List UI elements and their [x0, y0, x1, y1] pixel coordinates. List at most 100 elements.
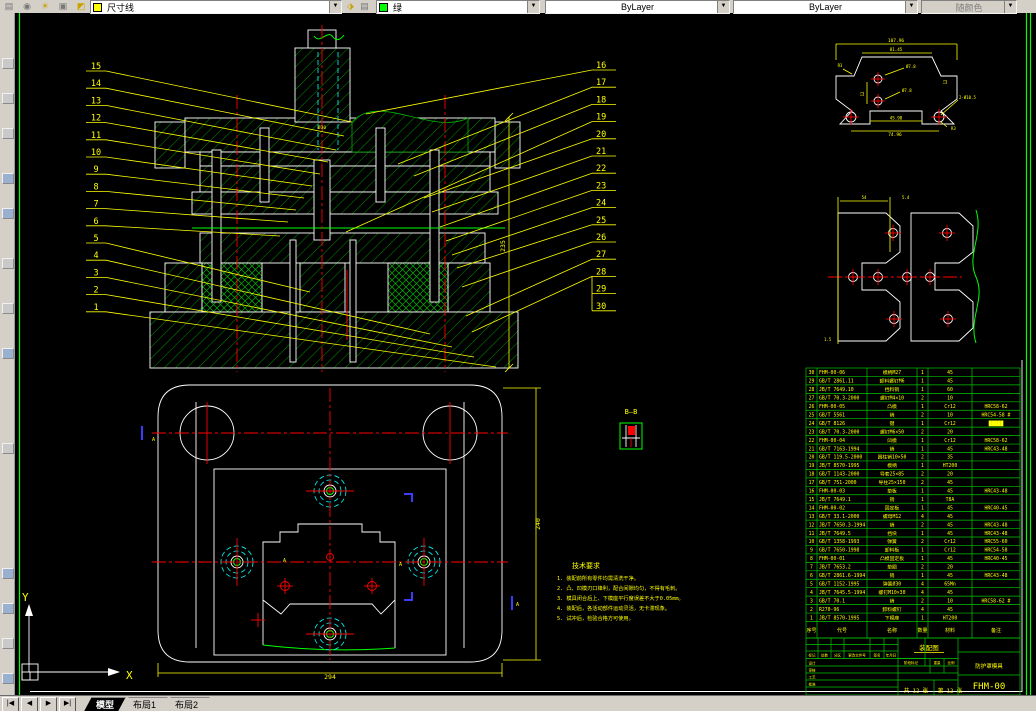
table-cell: 17 — [809, 480, 815, 486]
sun-icon[interactable]: ☀ — [37, 0, 53, 12]
table-cell: 1 — [921, 531, 924, 537]
first-tab-button[interactable]: |◀ — [2, 696, 19, 711]
table-cell: 27 — [809, 396, 815, 402]
titleblock-label: 分区 — [834, 653, 842, 658]
left-toolbar-button[interactable] — [2, 258, 14, 269]
table-cell: 30 — [809, 370, 815, 376]
callout-number: 2 — [93, 286, 98, 296]
left-toolbar-button[interactable] — [2, 568, 14, 579]
dropdown-arrow-icon[interactable]: ▼ — [527, 1, 539, 13]
layer-state-icon[interactable]: ◉ — [19, 0, 35, 12]
shank — [294, 47, 351, 123]
table-cell: 45 — [947, 370, 953, 376]
dropdown-arrow-icon[interactable]: ▼ — [717, 1, 729, 13]
left-toolbar-button[interactable] — [2, 673, 14, 684]
left-toolbar-button[interactable] — [2, 173, 14, 184]
table-cell: 45 — [947, 522, 953, 528]
table-cell: 1 — [921, 573, 924, 579]
table-cell: 9 — [810, 548, 813, 554]
tab-layout1[interactable]: 布局1 — [121, 697, 168, 711]
table-cell: 45 — [947, 446, 953, 452]
table-cell: 2 — [921, 480, 924, 486]
sheet-total: 共 12 张 — [904, 687, 929, 695]
y-axis-label: Y — [22, 591, 29, 604]
left-toolbar-button[interactable] — [2, 638, 14, 649]
table-cell: 弹簧 — [887, 538, 897, 545]
callout-number: 16 — [596, 61, 606, 71]
last-tab-button[interactable]: ▶| — [59, 696, 76, 711]
table-cell: 1 — [921, 489, 924, 495]
table-cell: 26 — [809, 404, 815, 410]
table-cell: R270-96 — [819, 607, 839, 613]
table-cell: 20 — [809, 455, 815, 461]
current-plotstyle-label: 随颜色 — [955, 2, 983, 13]
prev-tab-button[interactable]: ◀ — [21, 696, 38, 711]
table-cell: 10 — [947, 412, 953, 418]
callout-number: 10 — [91, 148, 101, 158]
layers-stack-icon[interactable]: ▤ — [1, 0, 17, 12]
dropdown-arrow-icon[interactable]: ▼ — [329, 1, 341, 13]
lineweight-control-dropdown[interactable]: ByLayer ▼ — [733, 0, 918, 14]
left-toolbar-button[interactable] — [2, 58, 14, 69]
callout-number: 1 — [93, 303, 98, 313]
table-cell: Cr12 — [944, 548, 956, 554]
callout-number: 26 — [596, 233, 606, 243]
left-toolbar-button[interactable] — [2, 208, 14, 219]
linetype-control-dropdown[interactable]: ByLayer ▼ — [545, 0, 730, 14]
table-cell: 45 — [947, 556, 953, 562]
layer-control-dropdown[interactable]: 尺寸线 ▼ — [90, 0, 342, 14]
titleblock-label: 设计 — [809, 661, 817, 666]
table-cell: 25 — [809, 412, 815, 418]
table-cell: 销 — [890, 597, 895, 604]
note-line: 4. 装配后，各活动部件运动灵活，无卡滞现象。 — [557, 604, 670, 612]
drawing-canvas[interactable]: 235 Ø30 151413121110987654321 1617181920… — [0, 0, 1036, 711]
callout-number: 30 — [596, 302, 606, 312]
notes-title: 技术要求 — [572, 561, 600, 570]
layer-freeze-icon[interactable]: ▣ — [55, 0, 71, 12]
table-cell: 模柄 — [887, 462, 897, 469]
left-toolbar-button[interactable] — [2, 128, 14, 139]
product-name: 防护罩模具 — [975, 662, 1003, 670]
table-cell: HRC58-62 — [984, 404, 1007, 410]
table-cell: 21 — [809, 446, 815, 452]
tab-layout2[interactable]: 布局2 — [163, 697, 210, 711]
table-cell: 螺钉M6×50 — [880, 428, 904, 435]
make-object-layer-current-icon[interactable]: ⬗ — [344, 0, 357, 12]
table-cell: 2 — [921, 455, 924, 461]
table-cell: 1 — [921, 446, 924, 452]
table-cell: 22 — [809, 438, 815, 444]
doc-type: 装配图 — [919, 643, 939, 652]
table-cell: GB/T 70.1 — [819, 598, 845, 604]
note-line: 1. 装配前所有零件均需清洗干净。 — [557, 574, 639, 582]
table-cell: 挡料销 — [885, 386, 900, 393]
left-toolbar-button[interactable] — [2, 603, 14, 614]
dim-detail: R3 — [838, 63, 843, 68]
table-cell: JB/T 8570-1995 — [819, 463, 860, 469]
table-cell: 4 — [921, 514, 924, 520]
next-tab-button[interactable]: ▶ — [40, 696, 57, 711]
table-cell: 垫板 — [887, 488, 897, 495]
titleblock-label: 工艺 — [809, 675, 817, 680]
table-cell: 65Mn — [944, 581, 956, 587]
section-mark: A — [283, 558, 286, 564]
table-cell: GB/T 2861.6-1994 — [819, 573, 865, 579]
table-cell: JB/T 7649.10 — [819, 387, 854, 393]
table-cell: 4 — [810, 590, 813, 596]
table-cell: GB/T 1358-1993 — [819, 539, 860, 545]
layer-previous-icon[interactable]: ▤ — [358, 0, 371, 12]
tab-model[interactable]: 模型 — [84, 697, 126, 711]
table-cell: 螺母M12 — [883, 513, 901, 520]
table-cell: 键 — [890, 420, 895, 427]
layer-color-icon[interactable]: ◩ — [73, 0, 89, 12]
left-toolbar-button[interactable] — [2, 348, 14, 359]
left-toolbar-button[interactable] — [2, 93, 14, 104]
dropdown-arrow-icon[interactable]: ▼ — [905, 1, 917, 13]
top-toolbar: ▤ ◉ ☀ ▣ ◩ 尺寸线 ▼ ⬗ ▤ 绿 ▼ ByLayer ▼ ByLaye… — [0, 0, 1036, 14]
dim-strip: 1.5 — [824, 337, 832, 342]
color-control-dropdown[interactable]: 绿 ▼ — [376, 0, 540, 14]
left-toolbar-button[interactable] — [2, 443, 14, 454]
current-layer-label: 尺寸线 — [107, 2, 135, 13]
table-cell: 1 — [921, 379, 924, 385]
color-swatch — [379, 2, 388, 12]
left-toolbar-button[interactable] — [2, 303, 14, 314]
